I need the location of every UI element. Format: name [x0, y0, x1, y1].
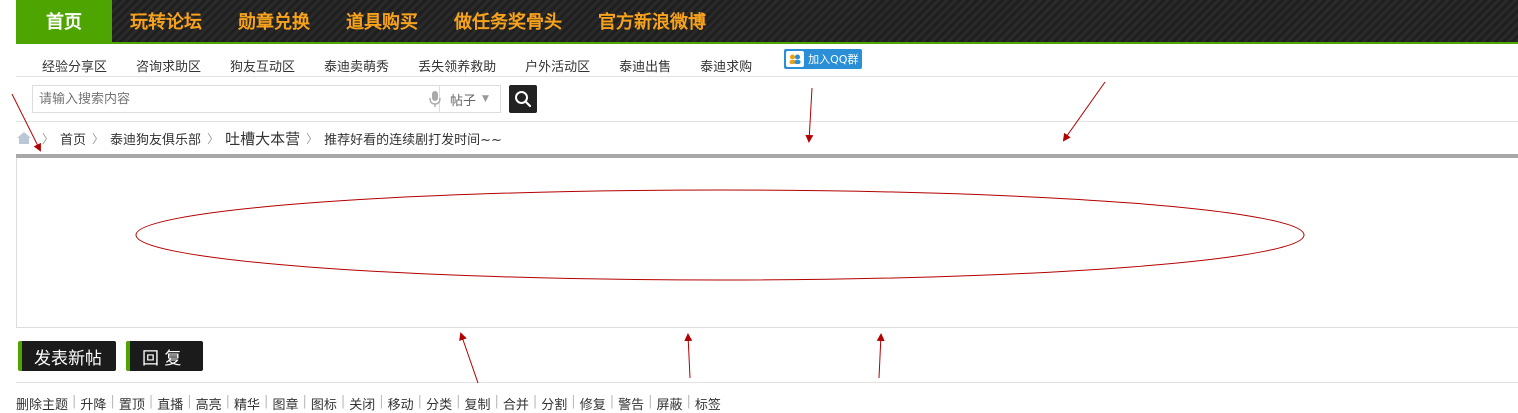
join-qq-label: 加入QQ群	[808, 53, 859, 66]
link-separator: |	[532, 394, 538, 409]
moderation-link[interactable]: 修复	[580, 394, 606, 413]
top-nav: 首页 玩转论坛 勋章兑换 道具购买 做任务奖骨头 官方新浪微博	[16, 0, 1518, 44]
reply-label: 回 复	[142, 348, 182, 369]
moderation-link[interactable]: 标签	[695, 394, 721, 413]
subnav-help[interactable]: 咨询求助区	[122, 56, 201, 75]
moderation-link[interactable]: 警告	[618, 394, 644, 413]
moderation-link[interactable]: 直播	[157, 394, 183, 413]
nav-item-shop[interactable]: 道具购买	[328, 0, 436, 42]
moderation-link[interactable]: 复制	[464, 394, 490, 413]
nav-forum[interactable]: 玩转论坛	[112, 0, 220, 42]
moderation-link[interactable]: 删除主题	[16, 394, 68, 413]
qq-group-icon	[786, 51, 805, 67]
link-separator: |	[456, 394, 461, 409]
moderation-link[interactable]: 图章	[272, 394, 298, 413]
link-separator: |	[340, 394, 346, 409]
join-qq-group-button[interactable]: 加入QQ群	[784, 49, 863, 69]
annotation-arrow	[684, 333, 693, 379]
annotation-arrow	[876, 333, 885, 379]
breadcrumb-thread[interactable]: 推荐好看的连续剧打发时间~~	[324, 129, 502, 148]
breadcrumb: 〉 首页 〉 泰迪狗友俱乐部 〉 吐槽大本营 〉 推荐好看的连续剧打发时间~~	[16, 127, 502, 149]
link-separator: |	[148, 394, 154, 409]
nav-tasks[interactable]: 做任务奖骨头	[436, 0, 580, 42]
new-post-label: 发表新帖	[34, 348, 102, 369]
link-separator: |	[648, 394, 653, 409]
bottom-divider	[16, 382, 1518, 383]
new-post-button[interactable]: 发表新帖	[18, 341, 116, 371]
moderation-link[interactable]: 图标	[311, 394, 337, 413]
subnav-outdoor[interactable]: 户外活动区	[511, 56, 590, 75]
link-separator: |	[609, 394, 615, 409]
breadcrumb-separator: 〉	[42, 131, 55, 146]
moderation-link[interactable]: 移动	[388, 394, 414, 413]
moderation-link[interactable]: 分类	[426, 394, 452, 413]
subnav-wanted[interactable]: 泰迪求购	[686, 56, 752, 75]
subnav-experience[interactable]: 经验分享区	[16, 56, 107, 75]
moderation-link[interactable]: 合并	[503, 394, 529, 413]
link-separator: |	[379, 394, 384, 409]
reply-button[interactable]: 回 复	[126, 341, 203, 371]
link-separator: |	[571, 394, 576, 409]
post-content-area	[16, 158, 1518, 328]
link-separator: |	[187, 394, 192, 409]
link-separator: |	[686, 394, 691, 409]
nav-home[interactable]: 首页	[16, 0, 112, 42]
breadcrumb-separator: 〉	[92, 131, 105, 146]
search-box	[32, 85, 441, 113]
breadcrumb-separator: 〉	[306, 131, 319, 146]
search-icon	[515, 91, 532, 108]
annotation-arrow	[459, 332, 479, 384]
breadcrumb-separator: 〉	[207, 131, 220, 146]
moderation-link[interactable]: 置顶	[119, 394, 145, 413]
nav-weibo[interactable]: 官方新浪微博	[580, 0, 724, 42]
subnav-sale[interactable]: 泰迪出售	[605, 56, 671, 75]
breadcrumb-home[interactable]: 首页	[60, 129, 86, 148]
home-icon[interactable]	[16, 131, 32, 145]
moderation-link[interactable]: 高亮	[196, 394, 222, 413]
search-type-select[interactable]: 帖子 ▼	[440, 85, 501, 113]
link-separator: |	[110, 394, 115, 409]
search-button[interactable]	[509, 85, 537, 113]
link-separator: |	[494, 394, 499, 409]
search-type-value: 帖子	[450, 93, 477, 109]
nav-medal-exchange[interactable]: 勋章兑换	[220, 0, 328, 42]
link-separator: |	[225, 394, 231, 409]
moderation-link[interactable]: 精华	[234, 394, 260, 413]
link-separator: |	[417, 394, 423, 409]
search-input[interactable]	[33, 86, 425, 112]
moderation-link[interactable]: 升降	[80, 394, 106, 413]
moderation-link[interactable]: 关闭	[349, 394, 375, 413]
moderation-link[interactable]: 分割	[541, 394, 567, 413]
subnav-interaction[interactable]: 狗友互动区	[216, 56, 295, 75]
link-separator: |	[72, 394, 77, 409]
subnav-rescue[interactable]: 丢失领养救助	[404, 56, 496, 75]
breadcrumb-board[interactable]: 吐槽大本营	[225, 128, 300, 149]
moderation-link[interactable]: 屏蔽	[657, 394, 683, 413]
breadcrumb-club[interactable]: 泰迪狗友俱乐部	[110, 129, 201, 148]
sub-nav: 经验分享区 咨询求助区 狗友互动区 泰迪卖萌秀 丢失领养救助 户外活动区 泰迪出…	[16, 44, 1518, 77]
subnav-show[interactable]: 泰迪卖萌秀	[310, 56, 389, 75]
search-bar: 帖子 ▼	[16, 77, 1518, 122]
moderation-links: 删除主题 | 升降 | 置顶 | 直播 | 高亮 | 精华 | 图章 | 图标 | 关闭 | 移动 | 分类 | 复制 | 合并…	[16, 394, 721, 413]
link-separator: |	[302, 394, 307, 409]
link-separator: |	[264, 394, 269, 409]
chevron-down-icon: ▼	[482, 94, 489, 104]
